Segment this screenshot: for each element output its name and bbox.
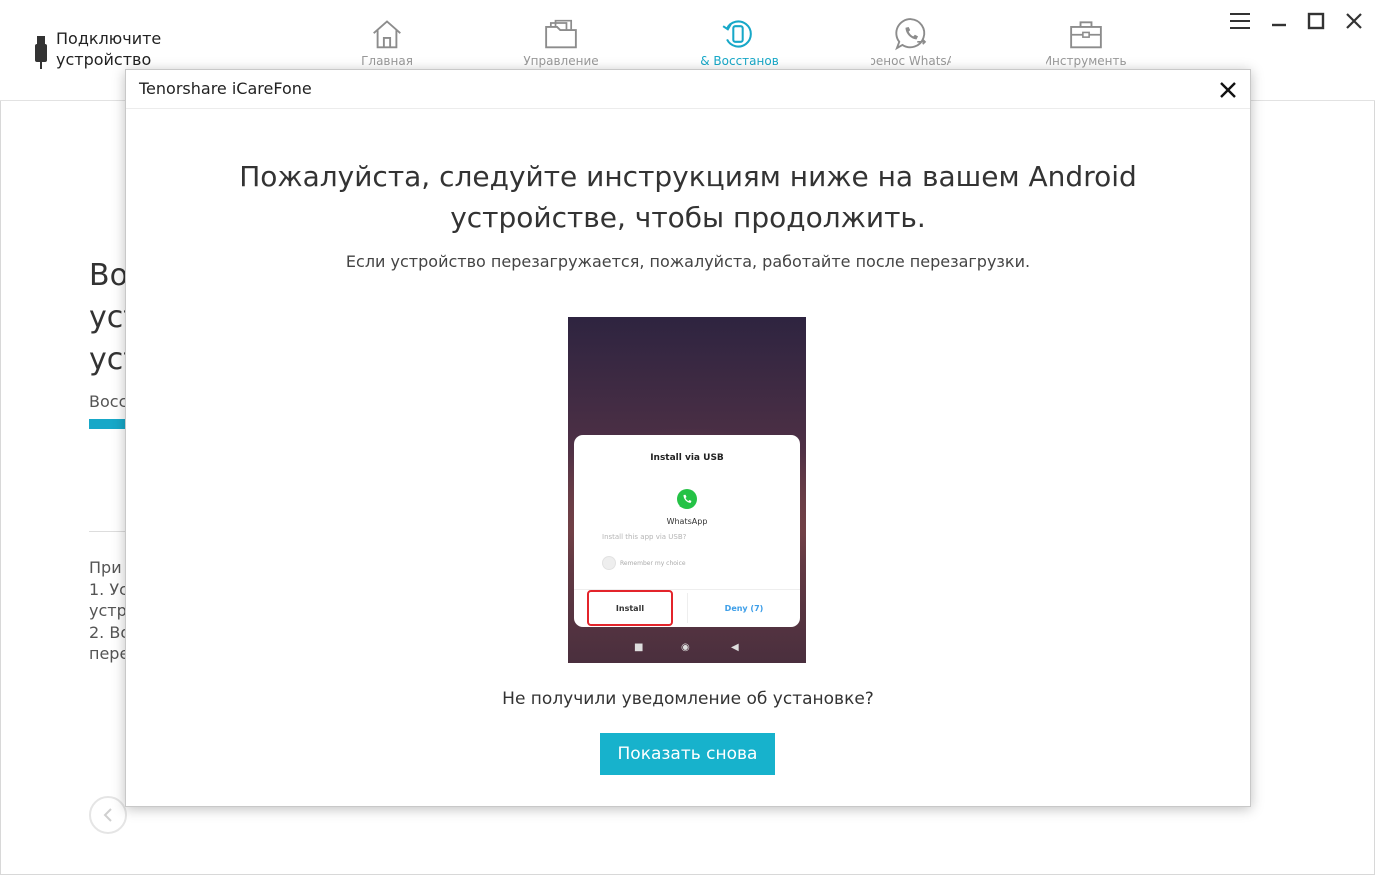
dialog-heading-line: Пожалуйста, следуйте инструкциям ниже на… — [239, 160, 1137, 193]
close-icon — [1346, 13, 1362, 29]
dialog-note: Если устройство перезагружается, пожалуй… — [345, 252, 1031, 271]
tab-whatsapp-transfer-label: Перенос WhatsApp — [871, 54, 951, 68]
dialog-close-button[interactable] — [1214, 76, 1242, 104]
home-icon — [373, 20, 401, 49]
tab-backup-restore-label: Бэкап & Восстановление — [698, 54, 778, 68]
phone-install-button: Install — [587, 590, 673, 626]
close-icon — [1220, 82, 1236, 98]
menu-icon — [1230, 13, 1250, 29]
tab-home-label: Главная — [361, 54, 413, 68]
background-note-line: 2. Во — [89, 622, 129, 642]
remember-label: Remember my choice — [620, 559, 686, 567]
background-note-line: устр — [89, 601, 127, 620]
background-title-line: уст — [89, 342, 129, 377]
install-dialog: Tenorshare iCareFone Пожалуйста, следуйт… — [125, 69, 1251, 807]
tab-manage-label: Управление — [523, 54, 599, 68]
dialog-title: Tenorshare iCareFone — [139, 79, 312, 98]
backup-restore-icon — [722, 20, 752, 48]
phone-deny-button: Deny (7) — [724, 603, 764, 613]
tab-toolkit-label: Инструменты — [1046, 54, 1126, 68]
chevron-left-icon — [103, 808, 112, 822]
tab-whatsapp-transfer[interactable]: Перенос WhatsApp — [871, 16, 951, 68]
usb-icon — [35, 36, 47, 69]
install-prompt-sheet: Install via USB WhatsApp Install this ap… — [574, 435, 800, 627]
back-triangle-icon: ◀ — [731, 642, 739, 653]
background-title-line: Во — [89, 258, 128, 293]
background-notes: При 1. Ус устр 2. Во пере — [89, 557, 129, 665]
show-again-button[interactable]: Показать снова — [600, 733, 775, 775]
folder-icon — [545, 19, 577, 49]
close-window-button[interactable] — [1341, 8, 1367, 34]
device-status-line-2: устройство — [56, 50, 152, 69]
menu-button[interactable] — [1227, 8, 1253, 34]
minimize-icon — [1272, 23, 1286, 27]
phone-screenshot: Install via USB WhatsApp Install this ap… — [568, 317, 806, 663]
device-status-line-1: Подключите — [56, 29, 162, 48]
install-question: Install this app via USB? — [602, 533, 687, 541]
whatsapp-icon — [677, 489, 697, 509]
home-circle-icon: ◉ — [681, 642, 690, 653]
tab-backup-restore[interactable]: Бэкап & Восстановление — [698, 16, 778, 68]
background-title-line: уст — [89, 300, 129, 335]
phone-nav-bar: ■ ◉ ◀ — [568, 639, 806, 657]
app-name: WhatsApp — [666, 517, 708, 526]
dialog-heading-line: устройстве, чтобы продолжить. — [450, 201, 926, 234]
device-status: Подключите устройство — [30, 28, 186, 70]
back-button[interactable] — [89, 796, 127, 834]
maximize-button[interactable] — [1303, 8, 1329, 34]
whatsapp-transfer-icon — [895, 18, 927, 51]
dialog-heading: Пожалуйста, следуйте инструкциям ниже на… — [126, 156, 1250, 238]
notification-question: Не получили уведомление об установке? — [502, 689, 874, 709]
dialog-title-divider — [126, 108, 1250, 109]
background-title: Во уст уст — [89, 255, 129, 381]
recent-apps-icon: ■ — [634, 642, 644, 653]
minimize-button[interactable] — [1266, 8, 1292, 34]
tab-manage[interactable]: Управление — [521, 16, 601, 68]
background-progress-bar — [89, 419, 129, 429]
tab-toolkit[interactable]: Инструменты — [1046, 16, 1126, 68]
remember-checkbox — [602, 556, 616, 570]
background-subtitle: Восс — [89, 392, 128, 411]
maximize-icon — [1307, 12, 1325, 30]
remember-choice: Remember my choice — [602, 556, 686, 570]
toolbox-icon — [1070, 21, 1102, 49]
background-note-line: пере — [89, 644, 129, 663]
install-prompt-title: Install via USB — [650, 453, 724, 463]
background-note-line: 1. Ус — [89, 579, 128, 599]
background-note-line: При — [89, 558, 122, 577]
tab-home[interactable]: Главная — [347, 16, 427, 68]
background-divider — [89, 531, 129, 532]
